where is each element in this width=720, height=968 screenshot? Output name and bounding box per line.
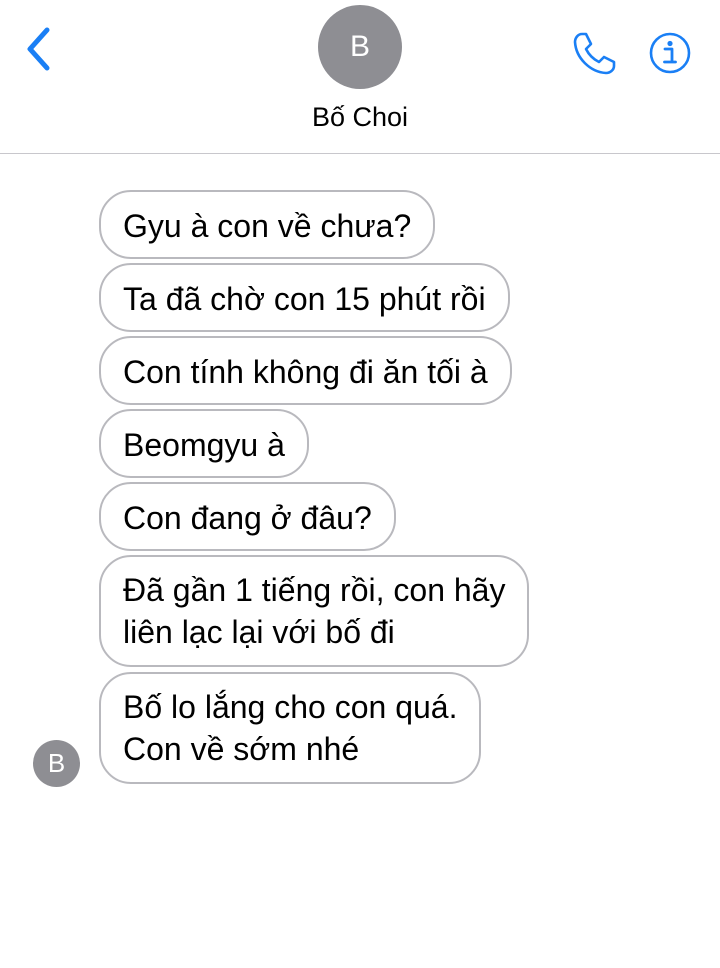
info-icon [649, 32, 691, 74]
contact-name[interactable]: Bố Choi [0, 102, 720, 133]
message-bubble[interactable]: Gyu à con về chưa? [99, 190, 436, 259]
message-bubble[interactable]: Beomgyu à [99, 409, 309, 478]
message-text: Beomgyu à [123, 427, 285, 463]
message-bubble[interactable]: Con đang ở đâu? [99, 482, 396, 551]
contact-avatar[interactable]: B [318, 5, 402, 89]
sender-avatar[interactable]: B [33, 740, 80, 787]
message-text: Con về sớm nhé [123, 731, 360, 767]
chevron-left-icon [27, 27, 50, 71]
message-text: Bố lo lắng cho con quá. [123, 689, 458, 725]
info-button[interactable] [648, 31, 692, 75]
message-text: Gyu à con về chưa? [123, 208, 412, 244]
message-text: Đã gần 1 tiếng rồi, con hãy [123, 572, 506, 608]
sender-avatar-initial: B [47, 748, 66, 778]
contact-avatar-initial: B [349, 30, 370, 63]
message-text: Con đang ở đâu? [123, 500, 372, 536]
phone-icon [573, 32, 616, 75]
message-bubble[interactable]: Ta đã chờ con 15 phút rồi [99, 263, 510, 332]
call-button[interactable] [568, 28, 620, 80]
message-text: liên lạc lại với bố đi [123, 614, 395, 650]
message-bubble[interactable]: Đã gần 1 tiếng rồi, con hãy liên lạc lại… [99, 555, 530, 667]
conversation-header: B Bố Choi [0, 0, 720, 154]
messages-screen: B Bố Choi Gyu à con về chưa? Ta đã chờ c… [0, 0, 720, 968]
back-button[interactable] [20, 24, 60, 74]
message-bubble[interactable]: Bố lo lắng cho con quá. Con về sớm nhé [99, 672, 482, 784]
message-text: Ta đã chờ con 15 phút rồi [123, 281, 486, 317]
message-bubble[interactable]: Con tính không đi ăn tối à [99, 336, 512, 405]
message-text: Con tính không đi ăn tối à [123, 354, 488, 390]
message-thread: Gyu à con về chưa? Ta đã chờ con 15 phút… [0, 154, 720, 968]
